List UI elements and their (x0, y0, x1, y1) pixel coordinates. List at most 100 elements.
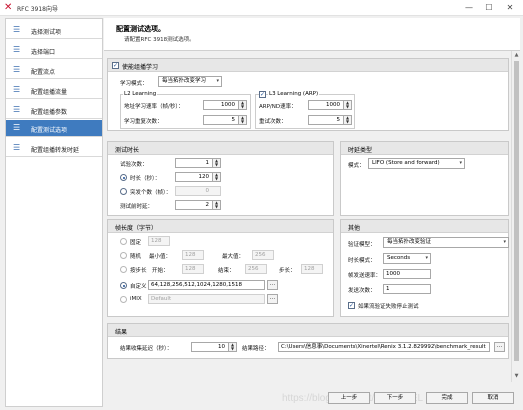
random-size-radio[interactable] (120, 252, 127, 259)
pre-test-delay-spinner[interactable]: ▲ ▼ (212, 200, 221, 210)
chevron-down-icon: ▾ (216, 78, 219, 84)
learn-mode-label: 学习模式： (120, 81, 148, 87)
result-path-browse-button[interactable]: ... (494, 342, 505, 352)
latency-mode-value: LIFO (Store and forward) (372, 160, 440, 166)
custom-size-browse-button[interactable]: ... (267, 280, 278, 290)
sidebar-item-label: 配置流点 (31, 69, 56, 76)
spin-down-icon[interactable]: ▼ (239, 120, 246, 124)
sidebar-item-select-test[interactable]: ☰ 选择测试项 (6, 22, 102, 39)
pre-test-delay-label: 测试前时延： (120, 204, 154, 210)
step-size-radio[interactable] (120, 266, 127, 273)
duration-mode-value: Seconds (387, 255, 411, 261)
spin-down-icon[interactable]: ▼ (229, 347, 236, 351)
result-delay-label: 结果收集延迟（秒）： (120, 346, 173, 352)
sidebar-item-test-options[interactable]: ☰ 配置测试选项 (6, 120, 102, 137)
verify-mode-label: 验证模型： (348, 242, 376, 248)
maximize-button[interactable]: ☐ (482, 2, 496, 14)
sidebar-item-multicast-traffic[interactable]: ☰ 配置组播流量 (6, 82, 102, 99)
random-min-input[interactable]: 128 (182, 250, 204, 260)
result-delay-spinner[interactable]: ▲ ▼ (228, 342, 237, 352)
fixed-size-input[interactable]: 128 (148, 236, 170, 246)
sidebar-item-label: 配置测试选项 (31, 127, 68, 134)
result-panel: 结果 结果收集延迟（秒）： 10 ▲ ▼ 结果路径： C:\Users\信息事\D… (107, 323, 509, 359)
duration-seconds-radio[interactable] (120, 174, 127, 181)
latency-mode-label: 模式： (348, 163, 365, 169)
app-logo-icon: ✕ (4, 2, 13, 13)
frame-size-panel: 帧长度（字节） 固定 128 随机 最小值： 128 最大值： 256 按步长 … (107, 219, 334, 317)
send-count-label: 发送次数： (348, 288, 376, 294)
scroll-up-icon[interactable]: ▲ (513, 52, 520, 59)
step-start-input[interactable]: 128 (182, 264, 204, 274)
step-size-input[interactable]: 128 (301, 264, 323, 274)
spin-down-icon[interactable]: ▼ (344, 105, 351, 109)
step-end-input[interactable]: 256 (245, 264, 267, 274)
duration-mode-select[interactable]: Seconds ▾ (383, 253, 431, 264)
imix-radio[interactable] (120, 296, 127, 303)
custom-size-label: 自定义 (130, 284, 147, 290)
result-path-label: 结果路径： (242, 346, 270, 352)
stop-on-verify-fail-checkbox[interactable]: ✓ (348, 302, 355, 309)
sidebar-item-label: 选择端口 (31, 49, 56, 56)
trials-label: 试验次数： (120, 162, 148, 168)
arp-rate-spinner[interactable]: ▲ ▼ (343, 100, 352, 110)
l2-retry-label: 学习重复次数： (124, 119, 163, 125)
sidebar-item-multicast-params[interactable]: ☰ 配置组播参数 (6, 102, 102, 119)
back-button[interactable]: 上一步 (328, 392, 370, 404)
verify-mode-select[interactable]: 每当拓扑改变验证 ▾ (383, 237, 509, 248)
sidebar-item-select-ports[interactable]: ☰ 选择端口 (6, 42, 102, 59)
arp-retry-label: 重试次数： (259, 119, 287, 125)
duration-seconds-label: 时长（秒）： (130, 176, 161, 182)
list-icon: ☰ (13, 65, 21, 74)
l3-learning-title: L3 Learning (ARP) (268, 91, 320, 97)
random-min-label: 最小值： (149, 254, 172, 260)
other-title: 其他 (348, 225, 361, 232)
l2-rate-label: 地址学习速率（帧/秒）： (124, 104, 184, 110)
finish-button[interactable]: 完成 (426, 392, 468, 404)
spin-down-icon[interactable]: ▼ (213, 205, 220, 209)
chevron-down-icon: ▾ (425, 255, 428, 261)
spin-down-icon[interactable]: ▼ (239, 105, 246, 109)
random-max-label: 最大值： (222, 254, 245, 260)
close-button[interactable]: ✕ (503, 2, 517, 14)
verify-mode-value: 每当拓扑改变验证 (387, 239, 432, 245)
test-duration-panel: 测试时长 试验次数： 1 ▲ ▼ 时长（秒）： 120 ▲ ▼ 突发个数（帧）： 0… (107, 141, 334, 216)
fixed-size-radio[interactable] (120, 238, 127, 245)
next-button[interactable]: 下一步 (374, 392, 416, 404)
enable-multicast-learning-checkbox[interactable]: ✓ (112, 62, 119, 69)
burst-count-input[interactable]: 0 (175, 186, 221, 196)
imix-input[interactable]: Default (148, 294, 265, 304)
minimize-button[interactable]: — (462, 2, 476, 14)
trials-spinner[interactable]: ▲ ▼ (212, 158, 221, 168)
random-max-input[interactable]: 256 (252, 250, 274, 260)
latency-mode-select[interactable]: LIFO (Store and forward) ▾ (368, 158, 465, 169)
panel-header: ✓ 使能组播学习 (108, 59, 508, 72)
custom-size-input[interactable]: 64,128,256,512,1024,1280,1518 (148, 280, 265, 290)
test-duration-title: 测试时长 (115, 147, 140, 154)
duration-seconds-spinner[interactable]: ▲ ▼ (212, 172, 221, 182)
arp-retry-spinner[interactable]: ▲ ▼ (343, 115, 352, 125)
sidebar-item-config-endpoints[interactable]: ☰ 配置流点 (6, 62, 102, 79)
vertical-scrollbar[interactable]: ▲ ▼ (511, 51, 520, 382)
spin-down-icon[interactable]: ▼ (213, 163, 220, 167)
spin-down-icon[interactable]: ▼ (213, 177, 220, 181)
send-count-input[interactable]: 1 (383, 284, 431, 294)
l2-rate-spinner[interactable]: ▲ ▼ (238, 100, 247, 110)
cancel-button[interactable]: 取消 (472, 392, 514, 404)
spin-down-icon[interactable]: ▼ (344, 120, 351, 124)
l2-retry-spinner[interactable]: ▲ ▼ (238, 115, 247, 125)
imix-browse-button[interactable]: ... (267, 294, 278, 304)
custom-size-radio[interactable] (120, 282, 127, 289)
burst-count-label: 突发个数（帧）： (130, 190, 172, 196)
burst-rate-input[interactable]: 1000 (383, 269, 431, 279)
list-icon: ☰ (13, 143, 21, 152)
burst-count-radio[interactable] (120, 188, 127, 195)
duration-mode-label: 时长模式： (348, 258, 376, 264)
scrollbar-thumb[interactable] (514, 61, 519, 361)
l3-learning-checkbox[interactable]: ✓ (259, 91, 266, 98)
learn-mode-select[interactable]: 每当拓扑改变学习 ▾ (158, 76, 222, 87)
result-path-input[interactable]: C:\Users\信息事\Documents\Xinertel\Renix 3.… (278, 342, 490, 352)
l2-learning-group: L2 Learning 地址学习速率（帧/秒）： 1000 ▲ ▼ 学习重复次数：… (120, 91, 251, 129)
sidebar-item-forwarding-latency[interactable]: ☰ 配置组播转发时延 (6, 140, 102, 157)
scroll-down-icon[interactable]: ▼ (513, 373, 520, 380)
fixed-size-label: 固定 (130, 240, 142, 246)
